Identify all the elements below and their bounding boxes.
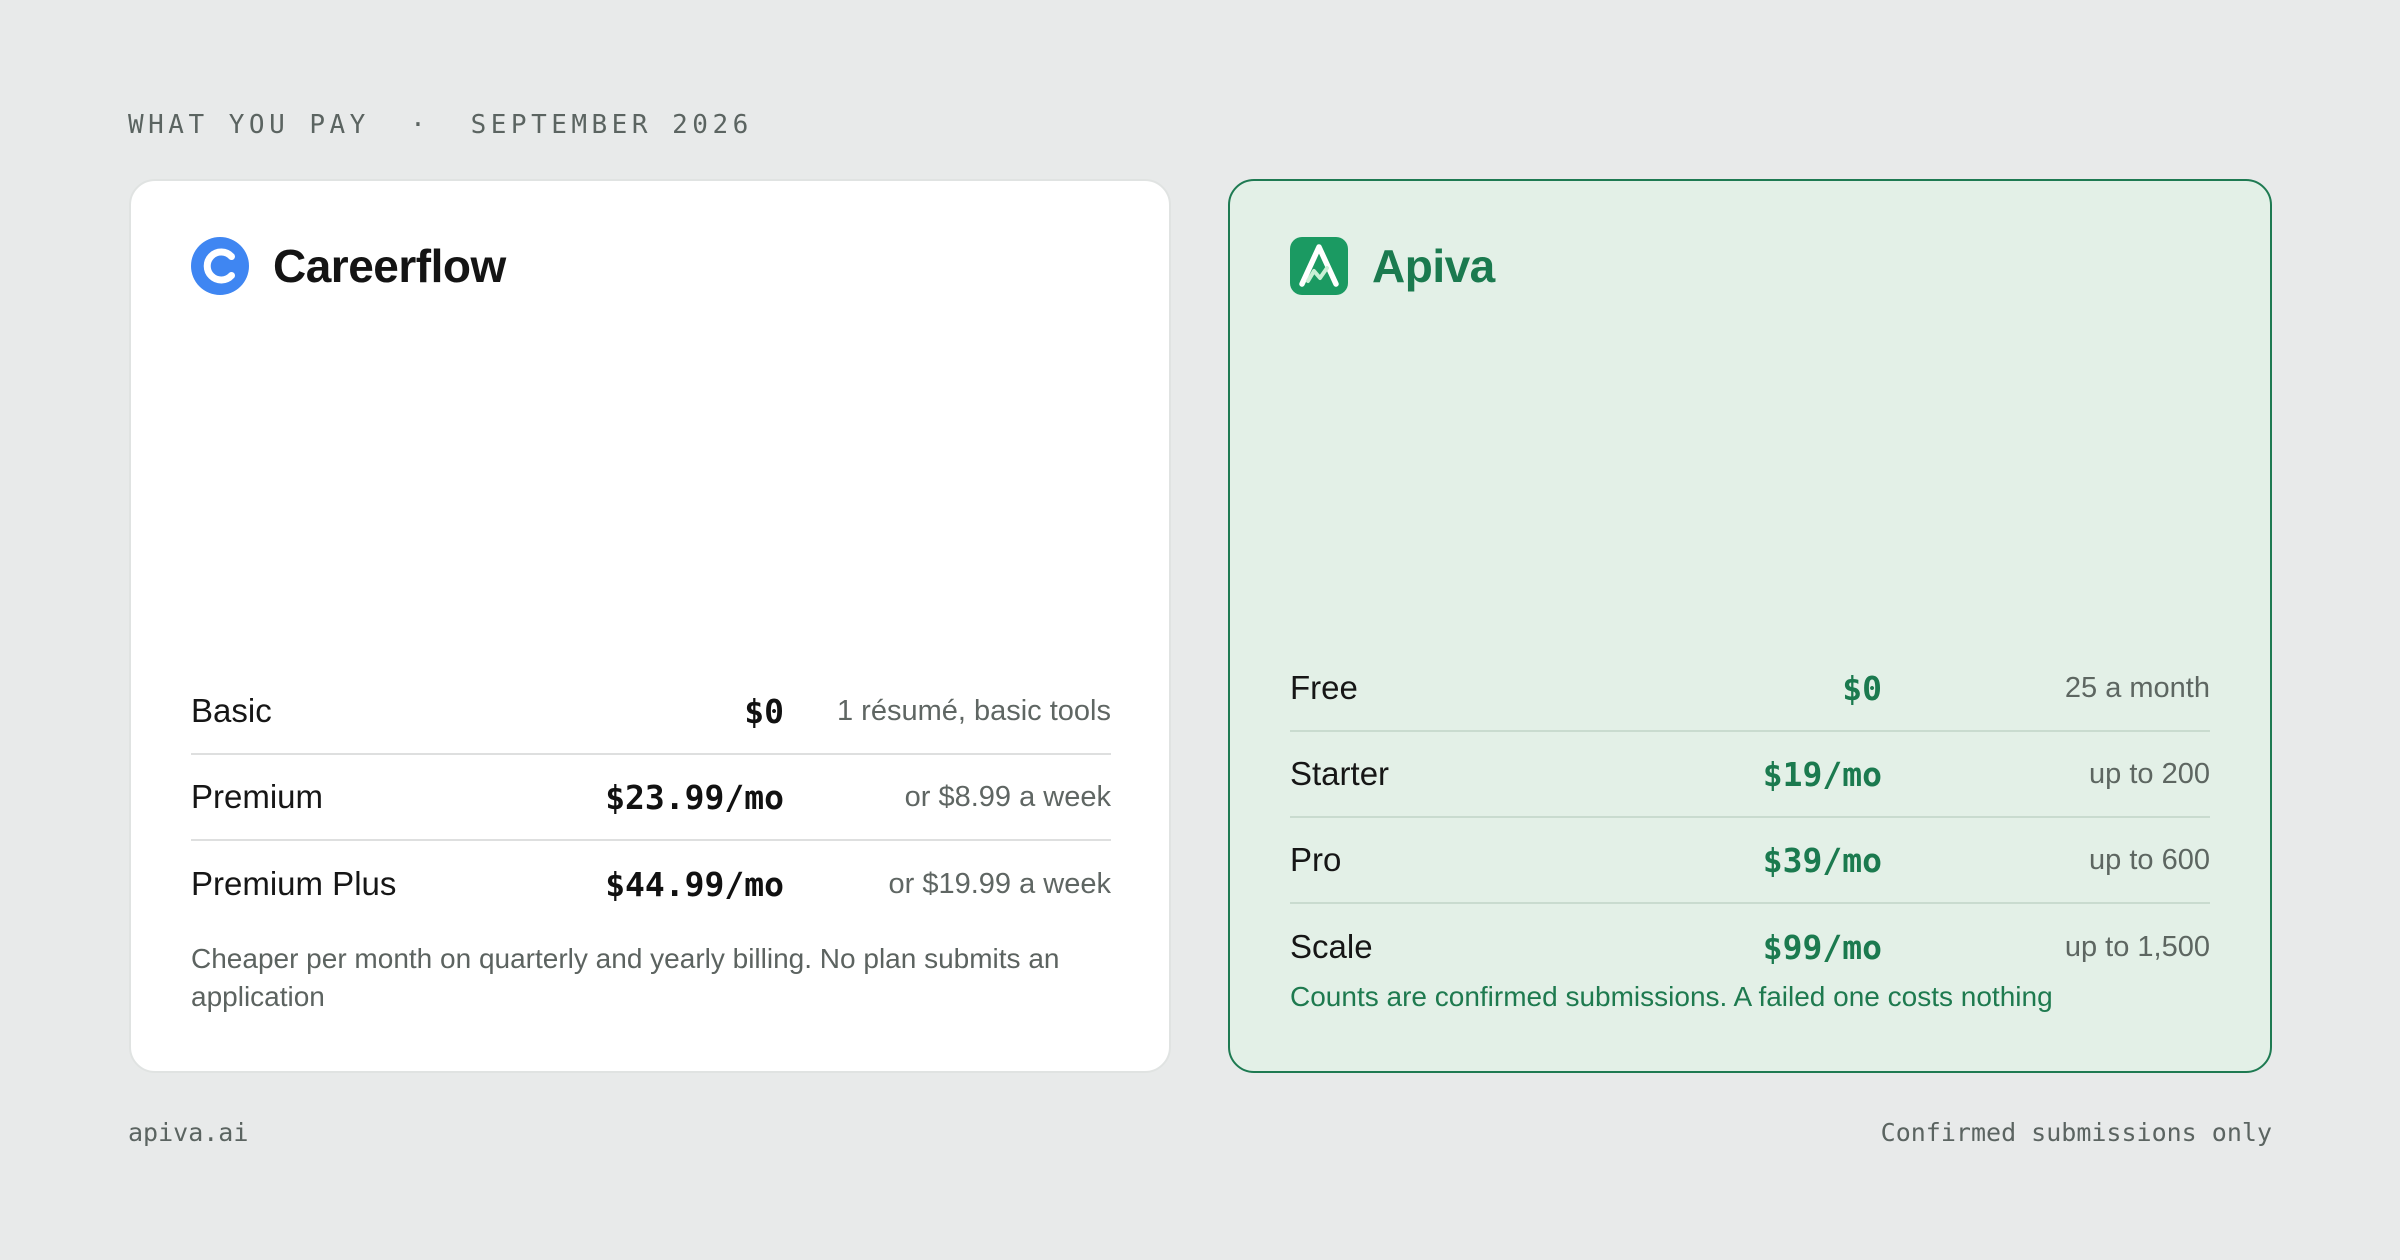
footer-tagline: Confirmed submissions only	[1880, 1118, 2272, 1147]
plan-note: 25 a month	[2064, 671, 2210, 704]
plan-name: Scale	[1290, 928, 1373, 965]
apiva-plan-list: Free $0 25 a month Starter $19/mo up to …	[1290, 646, 2210, 990]
careerflow-plan-list: Basic $0 1 résumé, basic tools Premium $…	[191, 669, 1111, 927]
careerflow-brand: Careerflow	[191, 237, 506, 295]
plan-row: Premium Plus $44.99/mo or $19.99 a week	[191, 841, 1111, 927]
plan-note: or $8.99 a week	[904, 780, 1111, 813]
careerflow-logo-icon	[191, 237, 249, 295]
plan-name: Premium Plus	[191, 865, 397, 902]
plan-row: Premium $23.99/mo or $8.99 a week	[191, 755, 1111, 841]
plan-price: $44.99/mo	[605, 864, 784, 904]
footer-domain: apiva.ai	[128, 1118, 249, 1147]
plan-price: $99/mo	[1762, 927, 1882, 967]
plan-row: Starter $19/mo up to 200	[1290, 732, 2210, 818]
plan-name: Premium	[191, 778, 324, 815]
plan-price: $39/mo	[1762, 840, 1882, 880]
plan-name: Pro	[1290, 841, 1342, 878]
apiva-logo-icon	[1290, 237, 1348, 295]
eyebrow: WHAT YOU PAY · SEPTEMBER 2026	[128, 110, 753, 140]
plan-name: Basic	[191, 692, 272, 729]
careerflow-footnote: Cheaper per month on quarterly and yearl…	[191, 943, 1060, 1012]
careerflow-card: Careerflow Basic $0 1 résumé, basic tool…	[129, 179, 1171, 1073]
plan-name: Starter	[1290, 755, 1390, 792]
apiva-brand-name: Apiva	[1372, 240, 1495, 292]
plan-note: or $19.99 a week	[888, 867, 1111, 900]
plan-note: up to 1,500	[2064, 930, 2210, 963]
apiva-card: Apiva Free $0 25 a month Starter $19/mo …	[1228, 179, 2272, 1073]
plan-row: Basic $0 1 résumé, basic tools	[191, 669, 1111, 755]
plan-note: 1 résumé, basic tools	[836, 694, 1111, 727]
careerflow-brand-name: Careerflow	[273, 240, 506, 292]
plan-price: $23.99/mo	[605, 777, 784, 817]
plan-price: $0	[1842, 668, 1882, 708]
apiva-brand: Apiva	[1290, 237, 1495, 295]
apiva-footnote: Counts are confirmed submissions. A fail…	[1290, 981, 2053, 1012]
plan-row: Free $0 25 a month	[1290, 646, 2210, 732]
plan-name: Free	[1290, 669, 1358, 706]
plan-row: Pro $39/mo up to 600	[1290, 818, 2210, 904]
plan-note: up to 600	[2089, 843, 2210, 876]
plan-note: up to 200	[2089, 757, 2210, 790]
plan-price: $0	[744, 691, 784, 731]
plan-price: $19/mo	[1762, 754, 1882, 794]
